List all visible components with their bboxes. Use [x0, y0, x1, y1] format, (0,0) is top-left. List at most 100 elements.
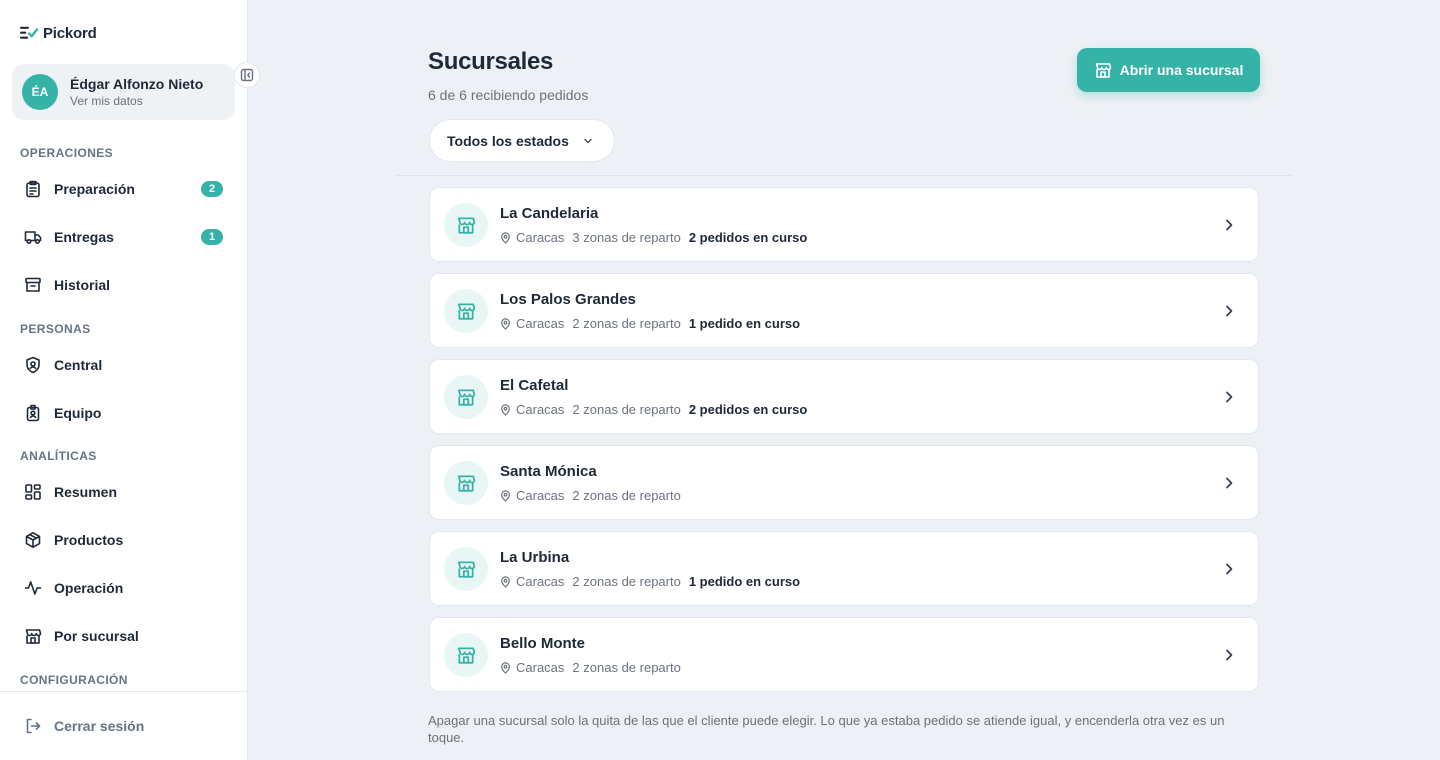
branch-card[interactable]: La Urbina Caracas 2 zonas de reparto 1 pedi… [429, 531, 1259, 606]
sidebar-item-label: Operación [54, 580, 124, 596]
location-pin-icon [500, 317, 511, 330]
branch-orders: 1 pedido en curso [688, 316, 801, 331]
app-name: Pickord [43, 24, 97, 42]
clipboard-list-icon [24, 180, 42, 198]
sidebar-item-resumen[interactable]: Resumen [12, 472, 234, 512]
branch-city: Caracas [500, 230, 564, 245]
store-icon [444, 633, 488, 677]
chevron-right-icon [1220, 388, 1238, 406]
chevron-right-icon [1220, 302, 1238, 320]
sidebar-item-label: Preparación [54, 181, 135, 197]
sidebar-item-central[interactable]: Central [12, 345, 234, 385]
view-profile-link[interactable]: Ver mis datos [70, 94, 203, 108]
sidebar-item-equipo[interactable]: Equipo [12, 393, 234, 433]
store-icon [24, 627, 42, 645]
section-label-configuracion: CONFIGURACIÓN [20, 673, 128, 687]
chevron-right-icon [1220, 474, 1238, 492]
branch-name: Santa Mónica [500, 463, 597, 480]
status-filter-dropdown[interactable]: Todos los estados [429, 119, 615, 162]
branch-city-label: Caracas [516, 230, 565, 245]
sidebar-item-label: Productos [54, 532, 124, 548]
sidebar-item-label: Equipo [54, 405, 102, 421]
section-label-operaciones: OPERACIONES [20, 146, 114, 160]
page-subtitle: 6 de 6 recibiendo pedidos [428, 87, 589, 103]
open-branch-button[interactable]: Abrir una sucursal [1077, 48, 1260, 92]
branch-city-label: Caracas [516, 316, 565, 331]
store-icon [444, 461, 488, 505]
filter-label: Todos los estados [447, 132, 569, 149]
branch-meta: Caracas 2 zonas de reparto [500, 660, 681, 675]
branch-city-label: Caracas [516, 574, 565, 589]
location-pin-icon [500, 575, 511, 588]
dashboard-grid-icon [24, 483, 42, 501]
pickord-logo-icon [20, 24, 38, 42]
sidebar-item-entregas[interactable]: Entregas 1 [12, 217, 234, 257]
logout-button[interactable]: Cerrar sesión [12, 706, 144, 746]
footnote: Apagar una sucursal solo la quita de las… [428, 713, 1225, 745]
sidebar-item-productos[interactable]: Productos [12, 520, 234, 560]
branch-city: Caracas [500, 660, 564, 675]
branch-city: Caracas [500, 574, 564, 589]
branch-orders: 1 pedido en curso [688, 574, 801, 589]
open-branch-label: Abrir una sucursal [1119, 62, 1244, 78]
store-icon [444, 289, 488, 333]
sidebar-item-historial[interactable]: Historial [12, 265, 234, 305]
count-badge: 1 [201, 229, 223, 245]
branch-city: Caracas [500, 488, 564, 503]
location-pin-icon [500, 231, 511, 244]
branch-orders: 2 pedidos en curso [688, 402, 808, 417]
chevron-down-icon [579, 132, 597, 150]
chevron-right-icon [1220, 560, 1238, 578]
branch-zones: 2 zonas de reparto [572, 660, 681, 675]
app-logo[interactable]: Pickord [20, 24, 97, 42]
branch-name: La Urbina [500, 549, 570, 566]
location-pin-icon [500, 403, 511, 416]
section-label-analiticas: ANALÍTICAS [20, 449, 97, 463]
shield-user-icon [24, 356, 42, 374]
sidebar-item-label: Por sucursal [54, 628, 139, 644]
branch-meta: Caracas 2 zonas de reparto 2 pedidos en cu… [500, 402, 807, 417]
branch-card[interactable]: Los Palos Grandes Caracas 2 zonas de repar… [429, 273, 1259, 348]
branch-city-label: Caracas [516, 660, 565, 675]
chevron-right-icon [1220, 216, 1238, 234]
branch-card[interactable]: La Candelaria Caracas 3 zonas de reparto 2 … [429, 187, 1259, 262]
store-icon [444, 375, 488, 419]
branch-city-label: Caracas [516, 488, 565, 503]
page-title: Sucursales [428, 48, 554, 75]
branch-name: El Cafetal [500, 377, 569, 394]
branch-meta: Caracas 2 zonas de reparto [500, 488, 681, 503]
archive-icon [24, 276, 42, 294]
avatar: ÉA [22, 74, 58, 110]
branch-card[interactable]: El Cafetal Caracas 2 zonas de reparto 2 ped… [429, 359, 1259, 434]
sidebar-item-por-sucursal[interactable]: Por sucursal [12, 616, 234, 656]
sidebar-item-label: Historial [54, 277, 111, 293]
store-icon [444, 203, 488, 247]
sidebar-item-label: Resumen [54, 484, 118, 500]
package-icon [24, 531, 42, 549]
collapse-sidebar-button[interactable] [234, 62, 260, 88]
user-name: Édgar Alfonzo Nieto [70, 76, 204, 92]
activity-icon [24, 579, 42, 597]
logout-label: Cerrar sesión [54, 718, 145, 734]
branch-city-label: Caracas [516, 402, 565, 417]
branch-card[interactable]: Santa Mónica Caracas 2 zonas de reparto [429, 445, 1259, 520]
branch-meta: Caracas 2 zonas de reparto 1 pedido en cur… [500, 316, 800, 331]
sidebar: Pickord ÉA Édgar Alfonzo Nieto Ver mis d… [0, 0, 260, 760]
main-divider [396, 175, 1292, 176]
branch-meta: Caracas 3 zonas de reparto 2 pedidos en cu… [500, 230, 807, 245]
chevron-right-icon [1220, 646, 1238, 664]
sidebar-item-label: Entregas [54, 229, 114, 245]
branch-name: Bello Monte [500, 635, 585, 652]
section-label-personas: PERSONAS [20, 322, 91, 336]
branch-orders: 2 pedidos en curso [688, 230, 808, 245]
truck-icon [24, 228, 42, 246]
user-profile-card[interactable]: ÉA Édgar Alfonzo Nieto Ver mis datos [12, 64, 235, 120]
branch-city: Caracas [500, 316, 564, 331]
location-pin-icon [500, 489, 511, 502]
sidebar-item-operacion[interactable]: Operación [12, 568, 234, 608]
branch-card[interactable]: Bello Monte Caracas 2 zonas de reparto [429, 617, 1259, 692]
id-badge-icon [24, 404, 42, 422]
sidebar-item-preparacion[interactable]: Preparación 2 [12, 169, 234, 209]
branch-name: La Candelaria [500, 205, 599, 222]
branch-name: Los Palos Grandes [500, 291, 636, 308]
